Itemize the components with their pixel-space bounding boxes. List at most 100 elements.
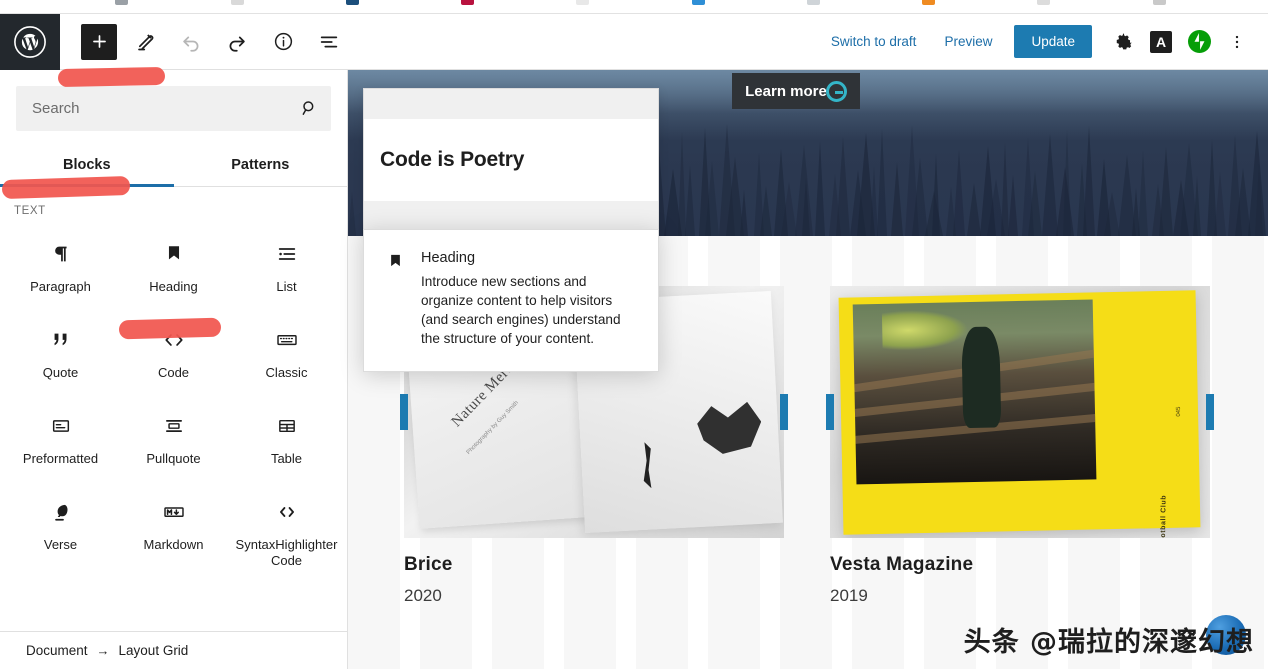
preview-bottom-band xyxy=(364,201,658,232)
foliage-shape xyxy=(882,308,970,351)
selection-handle-left[interactable] xyxy=(826,394,834,430)
tree-silhouette xyxy=(684,165,695,236)
selection-handle-left[interactable] xyxy=(400,394,408,430)
tree-silhouette xyxy=(1214,172,1226,236)
selection-handle-right[interactable] xyxy=(1206,394,1214,430)
tree-silhouette xyxy=(891,162,903,236)
tree-silhouette xyxy=(1193,176,1202,236)
tree-silhouette xyxy=(877,129,888,236)
block-item-list[interactable]: List xyxy=(230,227,343,313)
block-inserter-panel: Blocks Patterns TEXT Paragraph Heading xyxy=(0,70,348,669)
letter-a-badge-text: A xyxy=(1150,30,1172,53)
search-section xyxy=(0,70,347,131)
block-preview-popover: Code is Poetry xyxy=(363,88,659,233)
block-item-verse[interactable]: Verse xyxy=(4,485,117,582)
info-circle-icon[interactable] xyxy=(265,24,301,60)
tree-silhouette xyxy=(932,154,941,236)
tree-silhouette xyxy=(1255,164,1264,236)
bookmark-icon xyxy=(386,250,405,349)
browser-favicon xyxy=(692,0,705,5)
block-item-label: Pullquote xyxy=(146,451,201,466)
list-icon xyxy=(276,241,298,267)
block-item-label: Markdown xyxy=(143,537,204,552)
preview-button[interactable]: Preview xyxy=(932,28,1004,55)
browser-favicon xyxy=(346,0,359,5)
block-item-preformatted[interactable]: Preformatted xyxy=(4,399,117,485)
scroll-to-top-button[interactable] xyxy=(1206,615,1246,655)
search-input[interactable] xyxy=(16,86,331,131)
angle-brackets-icon xyxy=(275,499,299,525)
pencil-icon[interactable] xyxy=(127,24,163,60)
card-title: Brice xyxy=(404,554,453,575)
block-item-paragraph[interactable]: Paragraph xyxy=(4,227,117,313)
block-item-quote[interactable]: Quote xyxy=(4,313,117,399)
annotation-marker xyxy=(57,66,166,88)
selection-handle-right[interactable] xyxy=(780,394,788,430)
undo-arrow-icon[interactable] xyxy=(173,24,209,60)
block-item-heading[interactable]: Heading xyxy=(117,227,230,313)
person-silhouette xyxy=(961,326,1002,428)
jetpack-icon[interactable] xyxy=(1182,25,1216,59)
markdown-icon xyxy=(161,499,187,525)
block-item-classic[interactable]: Classic xyxy=(230,313,343,399)
browser-favicon xyxy=(807,0,820,5)
tree-silhouette xyxy=(1062,130,1071,236)
block-item-syntaxhighlighter-code[interactable]: SyntaxHighlighter Code xyxy=(230,485,343,582)
feather-pen-icon xyxy=(50,499,72,525)
block-description-body: Heading Introduce new sections and organ… xyxy=(421,250,636,349)
tree-silhouette xyxy=(705,161,720,236)
tree-silhouette xyxy=(1028,171,1043,236)
switch-to-draft-button[interactable]: Switch to draft xyxy=(819,28,929,55)
tab-patterns[interactable]: Patterns xyxy=(174,149,348,186)
pilcrow-icon xyxy=(50,241,72,267)
letter-a-badge[interactable]: A xyxy=(1144,25,1178,59)
magazine-inset-photo xyxy=(853,299,1097,485)
g-circle-icon xyxy=(825,80,847,102)
tree-silhouette xyxy=(1007,175,1018,236)
block-item-markdown[interactable]: Markdown xyxy=(117,485,230,582)
browser-favicon xyxy=(922,0,935,5)
block-item-label: Preformatted xyxy=(22,451,99,466)
block-item-label: List xyxy=(276,279,297,294)
learn-more-banner[interactable]: Learn more xyxy=(732,73,860,109)
browser-favicon xyxy=(461,0,474,5)
tree-silhouette xyxy=(760,186,773,236)
block-item-label: Verse xyxy=(43,537,78,552)
quote-marks-icon xyxy=(50,327,72,353)
wordpress-logo-icon[interactable] xyxy=(0,13,60,70)
browser-favicon xyxy=(1153,0,1166,5)
breadcrumb-arrow-icon: → xyxy=(96,643,110,658)
redo-arrow-icon[interactable] xyxy=(219,24,255,60)
tree-silhouette xyxy=(966,183,981,236)
preview-heading-text: Code is Poetry xyxy=(380,148,525,171)
yellow-magazine-spread-photo[interactable]: Jojo Football Club 045 xyxy=(830,286,1210,538)
breadcrumb-document[interactable]: Document xyxy=(26,643,88,658)
preview-top-band xyxy=(364,89,658,119)
learn-more-label: Learn more xyxy=(745,82,827,100)
search-box[interactable] xyxy=(16,86,331,131)
gear-icon[interactable] xyxy=(1106,25,1140,59)
media-card[interactable]: Jojo Football Club 045 Vesta Magazine 20… xyxy=(826,286,1214,605)
block-type-grid: Paragraph Heading List Quote Code Classi… xyxy=(0,223,347,582)
block-item-label: Heading xyxy=(149,279,198,294)
block-item-label: Quote xyxy=(42,365,79,380)
breadcrumb-layout-grid[interactable]: Layout Grid xyxy=(119,643,189,658)
vertical-ellipsis-icon[interactable] xyxy=(1220,25,1254,59)
tree-silhouette xyxy=(801,178,810,236)
keyboard-icon xyxy=(275,327,299,353)
update-button[interactable]: Update xyxy=(1014,25,1092,58)
card-title: Vesta Magazine xyxy=(830,554,974,575)
list-view-icon[interactable] xyxy=(311,24,347,60)
browser-favicon xyxy=(1037,0,1050,5)
tree-silhouette xyxy=(1083,126,1096,236)
header-actions-group: Switch to draft Preview Update A xyxy=(819,25,1268,59)
bookmark-icon xyxy=(163,241,185,267)
search-icon[interactable] xyxy=(299,98,319,123)
magazine-caption: Jojo Football Club xyxy=(1160,494,1169,538)
header-tools-group xyxy=(60,23,347,60)
browser-favicon xyxy=(231,0,244,5)
block-item-pullquote[interactable]: Pullquote xyxy=(117,399,230,485)
block-item-table[interactable]: Table xyxy=(230,399,343,485)
add-block-button[interactable] xyxy=(81,23,117,60)
block-description-popover: Heading Introduce new sections and organ… xyxy=(363,229,659,372)
